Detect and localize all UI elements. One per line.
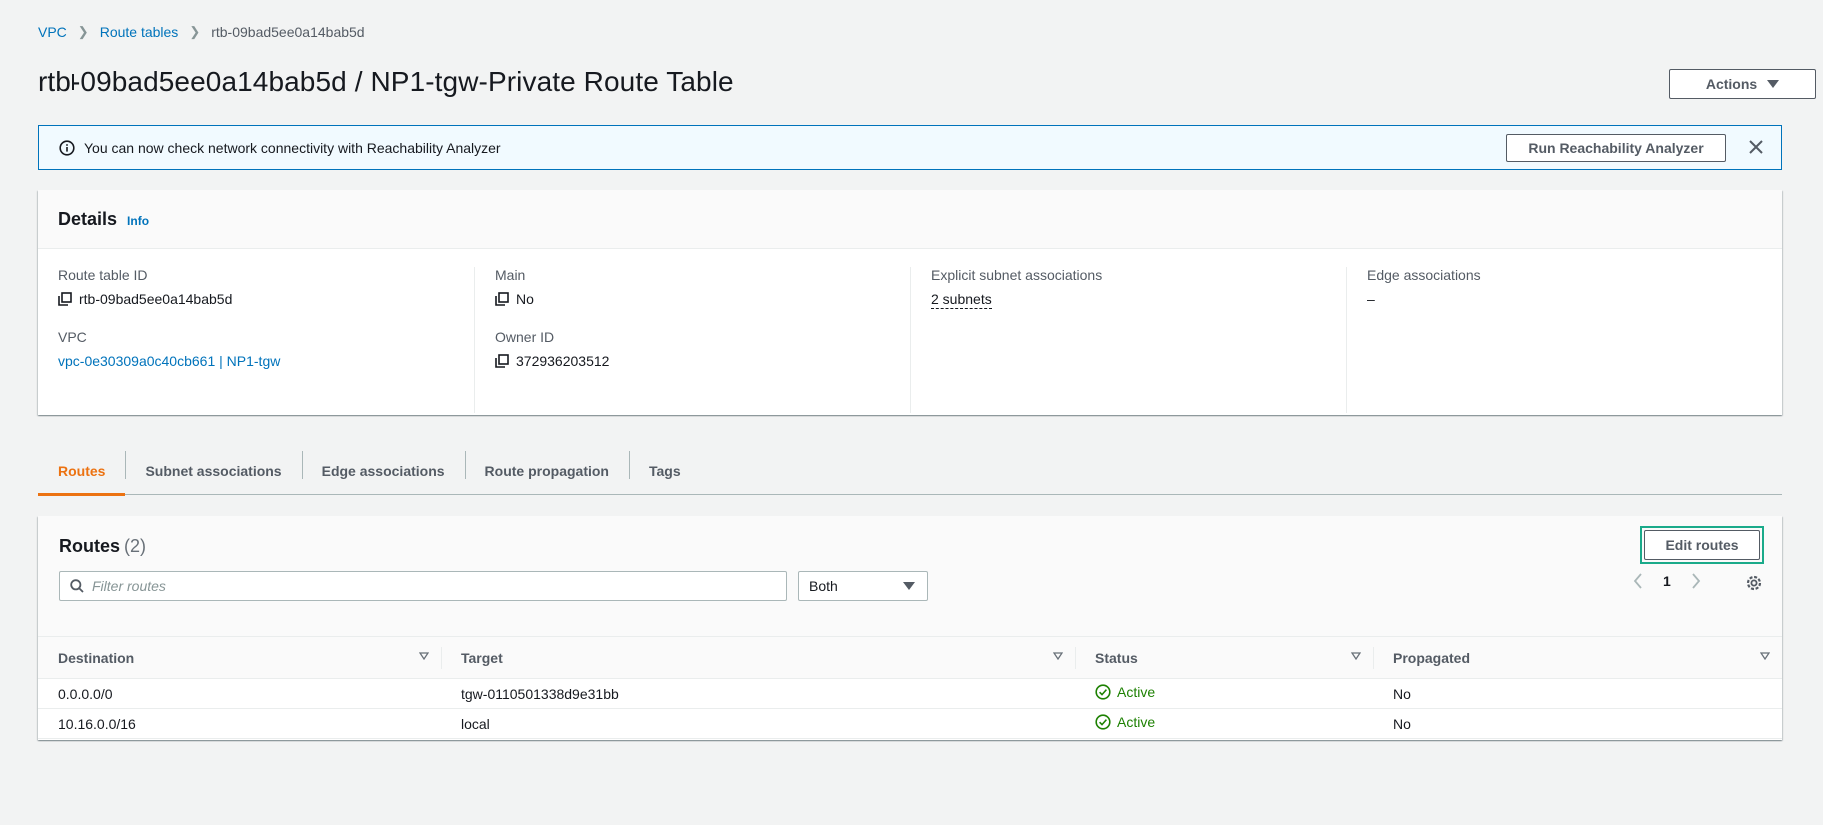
details-column-1: Route table ID rtb-09bad5ee0a14bab5d VPC… bbox=[38, 267, 474, 413]
routes-table: Destination Target Status Propagated 0.0… bbox=[38, 636, 1782, 739]
check-circle-icon bbox=[1095, 684, 1111, 700]
sort-icon bbox=[419, 652, 429, 660]
filter-routes-input[interactable] bbox=[92, 578, 772, 594]
copy-icon[interactable] bbox=[495, 292, 509, 306]
routes-header: Routes(2) Edit routes Both 1 bbox=[38, 516, 1782, 636]
text-cursor-icon bbox=[72, 74, 74, 90]
edit-routes-focus-ring: Edit routes bbox=[1640, 526, 1764, 564]
owner-id-value: 372936203512 bbox=[516, 353, 610, 369]
routes-panel: Routes(2) Edit routes Both 1 bbox=[38, 516, 1782, 740]
details-column-2: Main No Owner ID 372936203512 bbox=[474, 267, 910, 413]
caret-down-icon bbox=[903, 582, 915, 590]
info-icon bbox=[59, 139, 75, 156]
main-label: Main bbox=[495, 267, 526, 283]
status-text: Active bbox=[1117, 714, 1156, 730]
explicit-subnet-associations-label: Explicit subnet associations bbox=[931, 267, 1103, 283]
chevron-right-icon: ❯ bbox=[77, 24, 89, 39]
column-header-status[interactable]: Status bbox=[1075, 637, 1373, 679]
cell-target: local bbox=[461, 715, 490, 732]
cell-destination: 10.16.0.0/16 bbox=[58, 715, 136, 732]
copy-icon[interactable] bbox=[495, 354, 509, 368]
check-circle-icon bbox=[1095, 714, 1111, 730]
route-filter-select[interactable]: Both bbox=[798, 571, 928, 601]
filter-routes-field[interactable] bbox=[59, 571, 787, 601]
breadcrumb-current: rtb-09bad5ee0a14bab5d bbox=[211, 24, 365, 40]
tab-tags[interactable]: Tags bbox=[628, 447, 701, 495]
copy-icon[interactable] bbox=[58, 292, 72, 306]
tab-routes[interactable]: Routes bbox=[38, 447, 126, 496]
owner-id-label: Owner ID bbox=[495, 329, 555, 345]
actions-button[interactable]: Actions bbox=[1669, 69, 1816, 99]
breadcrumb: VPC ❯ Route tables ❯ rtb-09bad5ee0a14bab… bbox=[38, 24, 365, 40]
tab-bar: Routes Subnet associations Edge associat… bbox=[38, 447, 1782, 496]
page-title: rtb-09bad5ee0a14bab5d / NP1-tgw-Private … bbox=[38, 66, 734, 97]
run-reachability-analyzer-button[interactable]: Run Reachability Analyzer bbox=[1506, 134, 1726, 162]
routes-count: (2) bbox=[124, 536, 147, 556]
edge-associations-label: Edge associations bbox=[1367, 267, 1481, 283]
status-badge: Active bbox=[1095, 684, 1155, 700]
edit-routes-button[interactable]: Edit routes bbox=[1644, 530, 1760, 560]
gear-icon[interactable] bbox=[1745, 574, 1763, 592]
vpc-label: VPC bbox=[58, 329, 87, 345]
details-title: Details bbox=[58, 208, 118, 229]
sort-icon bbox=[1351, 652, 1361, 660]
reachability-flash-banner: You can now check network connectivity w… bbox=[38, 125, 1782, 170]
main-value: No bbox=[516, 291, 534, 307]
explicit-subnet-associations-popover[interactable]: 2 subnets bbox=[931, 291, 992, 309]
vpc-link[interactable]: vpc-0e30309a0c40cb661 | NP1-tgw bbox=[58, 353, 280, 369]
route-filter-select-value: Both bbox=[809, 578, 838, 594]
cell-propagated: No bbox=[1393, 715, 1411, 732]
cell-target: tgw-0110501338d9e31bb bbox=[461, 685, 619, 702]
cell-status: Active bbox=[1075, 679, 1373, 709]
cell-destination: 0.0.0.0/0 bbox=[58, 685, 113, 702]
tab-edge-associations[interactable]: Edge associations bbox=[301, 447, 465, 495]
chevron-right-icon[interactable] bbox=[1691, 573, 1701, 589]
page-number[interactable]: 1 bbox=[1663, 573, 1671, 589]
breadcrumb-route-tables-link[interactable]: Route tables bbox=[100, 24, 179, 40]
details-column-3: Explicit subnet associations 2 subnets bbox=[910, 267, 1346, 413]
cell-status: Active bbox=[1075, 709, 1373, 739]
pagination: 1 bbox=[1633, 573, 1701, 589]
status-badge: Active bbox=[1095, 714, 1155, 730]
status-text: Active bbox=[1117, 684, 1156, 700]
column-header-propagated[interactable]: Propagated bbox=[1373, 637, 1782, 679]
column-header-destination[interactable]: Destination bbox=[38, 637, 441, 679]
flash-message: You can now check network connectivity w… bbox=[84, 139, 501, 156]
routes-title: Routes (2) bbox=[59, 536, 146, 557]
edge-associations-value: – bbox=[1367, 291, 1375, 307]
tab-subnet-associations[interactable]: Subnet associations bbox=[125, 447, 301, 495]
details-panel: Details Info Route table ID rtb-09bad5ee… bbox=[38, 190, 1782, 415]
cell-propagated: No bbox=[1393, 685, 1411, 702]
details-header: Details Info bbox=[38, 190, 1782, 249]
tab-route-propagation[interactable]: Route propagation bbox=[464, 447, 629, 495]
chevron-left-icon[interactable] bbox=[1633, 573, 1643, 589]
route-table-id-label: Route table ID bbox=[58, 267, 148, 283]
route-table-id-value: rtb-09bad5ee0a14bab5d bbox=[79, 291, 233, 307]
chevron-right-icon: ❯ bbox=[189, 24, 201, 39]
breadcrumb-vpc-link[interactable]: VPC bbox=[38, 24, 67, 40]
table-row: 10.16.0.0/16 local Active No bbox=[38, 709, 1782, 739]
actions-button-label: Actions bbox=[1705, 76, 1758, 92]
search-icon bbox=[70, 579, 84, 593]
caret-down-icon bbox=[1767, 80, 1780, 88]
table-row: 0.0.0.0/0 tgw-0110501338d9e31bb Active N… bbox=[38, 679, 1782, 709]
routes-title-label: Routes bbox=[59, 536, 121, 556]
close-icon[interactable] bbox=[1745, 136, 1767, 158]
details-column-4: Edge associations – bbox=[1346, 267, 1782, 413]
table-header-row: Destination Target Status Propagated bbox=[38, 636, 1782, 679]
sort-icon bbox=[1760, 652, 1770, 660]
info-link[interactable]: Info bbox=[127, 214, 149, 228]
sort-icon bbox=[1053, 652, 1063, 660]
column-header-target[interactable]: Target bbox=[441, 637, 1075, 679]
